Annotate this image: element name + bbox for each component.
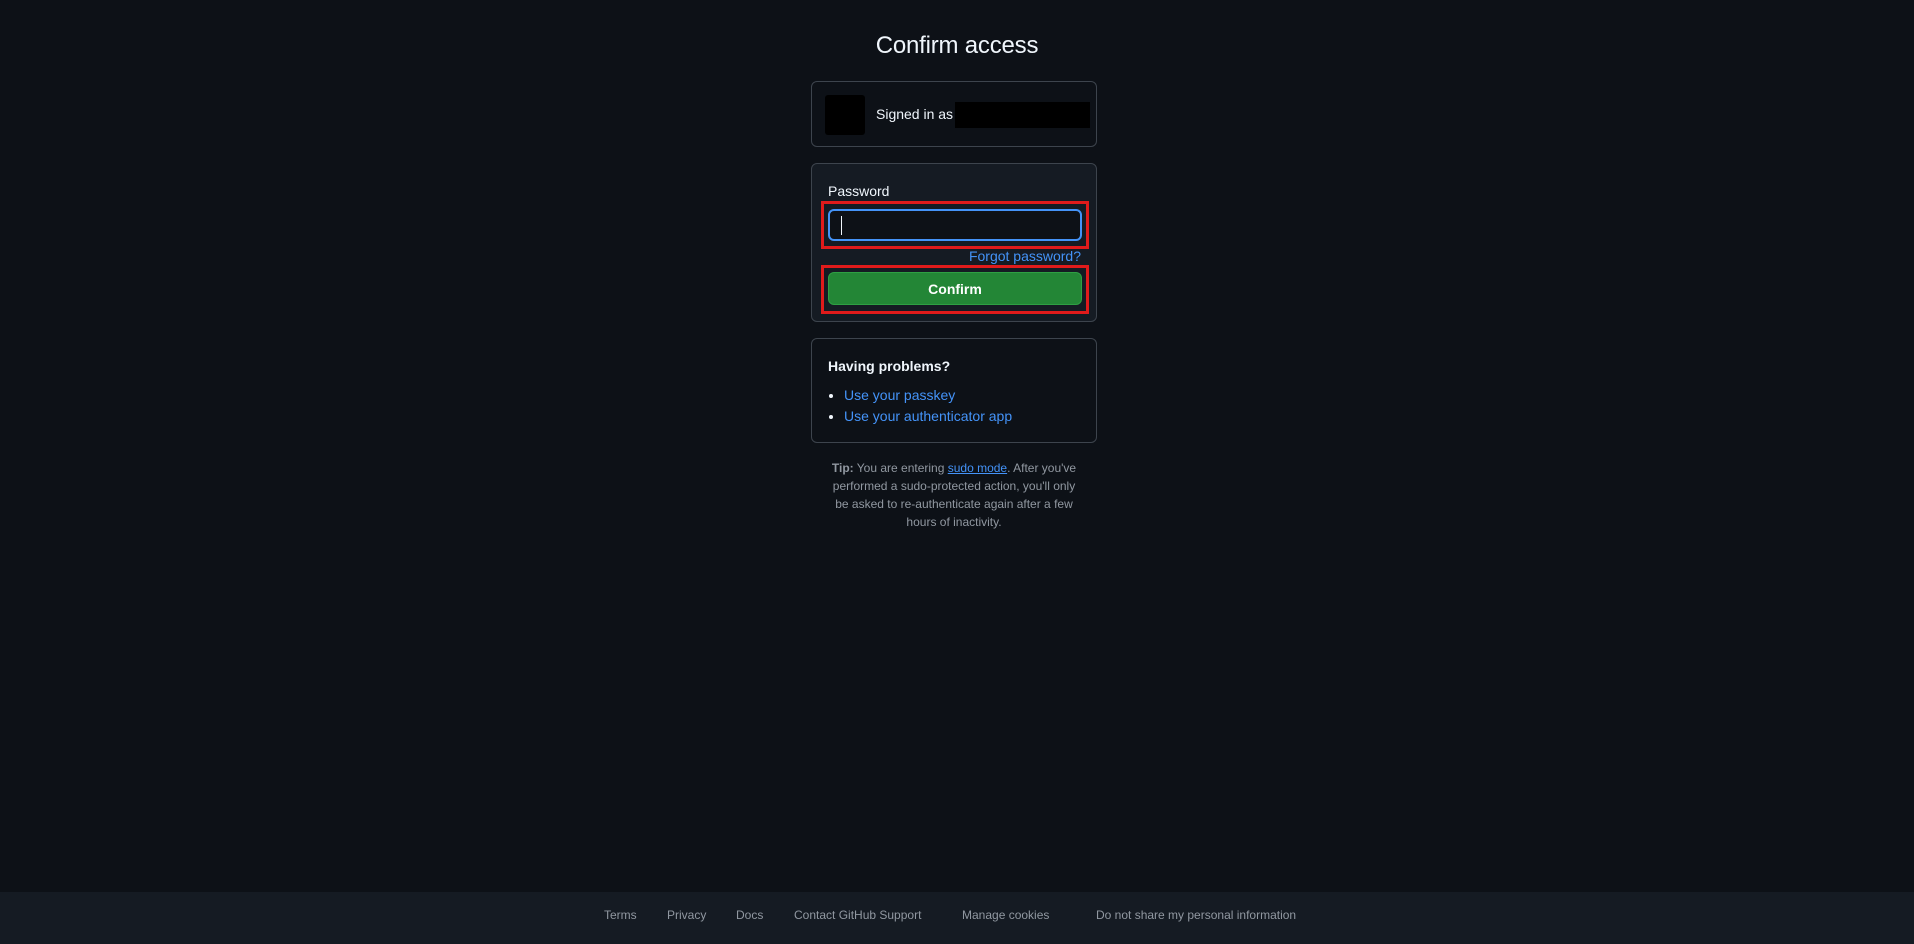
password-form: Password Forgot password? Confirm [811,163,1097,322]
main-content: Confirm access Signed in as Password For… [0,0,1914,892]
footer-terms-link[interactable]: Terms [604,908,637,922]
having-problems-box: Having problems? Use your passkey Use yo… [811,338,1097,443]
footer-privacy-link[interactable]: Privacy [667,908,706,922]
sudo-mode-tip: Tip: You are entering sudo mode. After y… [826,459,1082,531]
use-authenticator-app-link[interactable]: Use your authenticator app [844,408,1012,424]
footer-contact-support-link[interactable]: Contact GitHub Support [794,908,921,922]
problems-heading: Having problems? [828,358,951,374]
password-input[interactable] [828,209,1082,241]
confirm-button[interactable]: Confirm [828,272,1082,305]
avatar [825,95,865,135]
problems-list: Use your passkey Use your authenticator … [828,385,1012,427]
use-passkey-link[interactable]: Use your passkey [844,387,955,403]
footer-manage-cookies-link[interactable]: Manage cookies [962,908,1049,922]
text-caret [841,216,842,235]
forgot-password-link[interactable]: Forgot password? [969,248,1081,264]
list-item: Use your authenticator app [844,406,1012,427]
username-redacted [955,102,1090,128]
tip-prefix: Tip: [831,461,854,475]
sudo-mode-link[interactable]: sudo mode [948,461,1007,475]
signed-in-box: Signed in as [811,81,1097,147]
page-title: Confirm access [875,32,1039,59]
list-item: Use your passkey [844,385,1012,406]
footer-docs-link[interactable]: Docs [736,908,763,922]
password-label: Password [828,183,890,199]
tip-text-before: You are entering [853,461,948,475]
footer-do-not-share-link[interactable]: Do not share my personal information [1096,908,1296,922]
footer: Terms Privacy Docs Contact GitHub Suppor… [0,892,1914,944]
signed-in-label: Signed in as [876,106,954,122]
